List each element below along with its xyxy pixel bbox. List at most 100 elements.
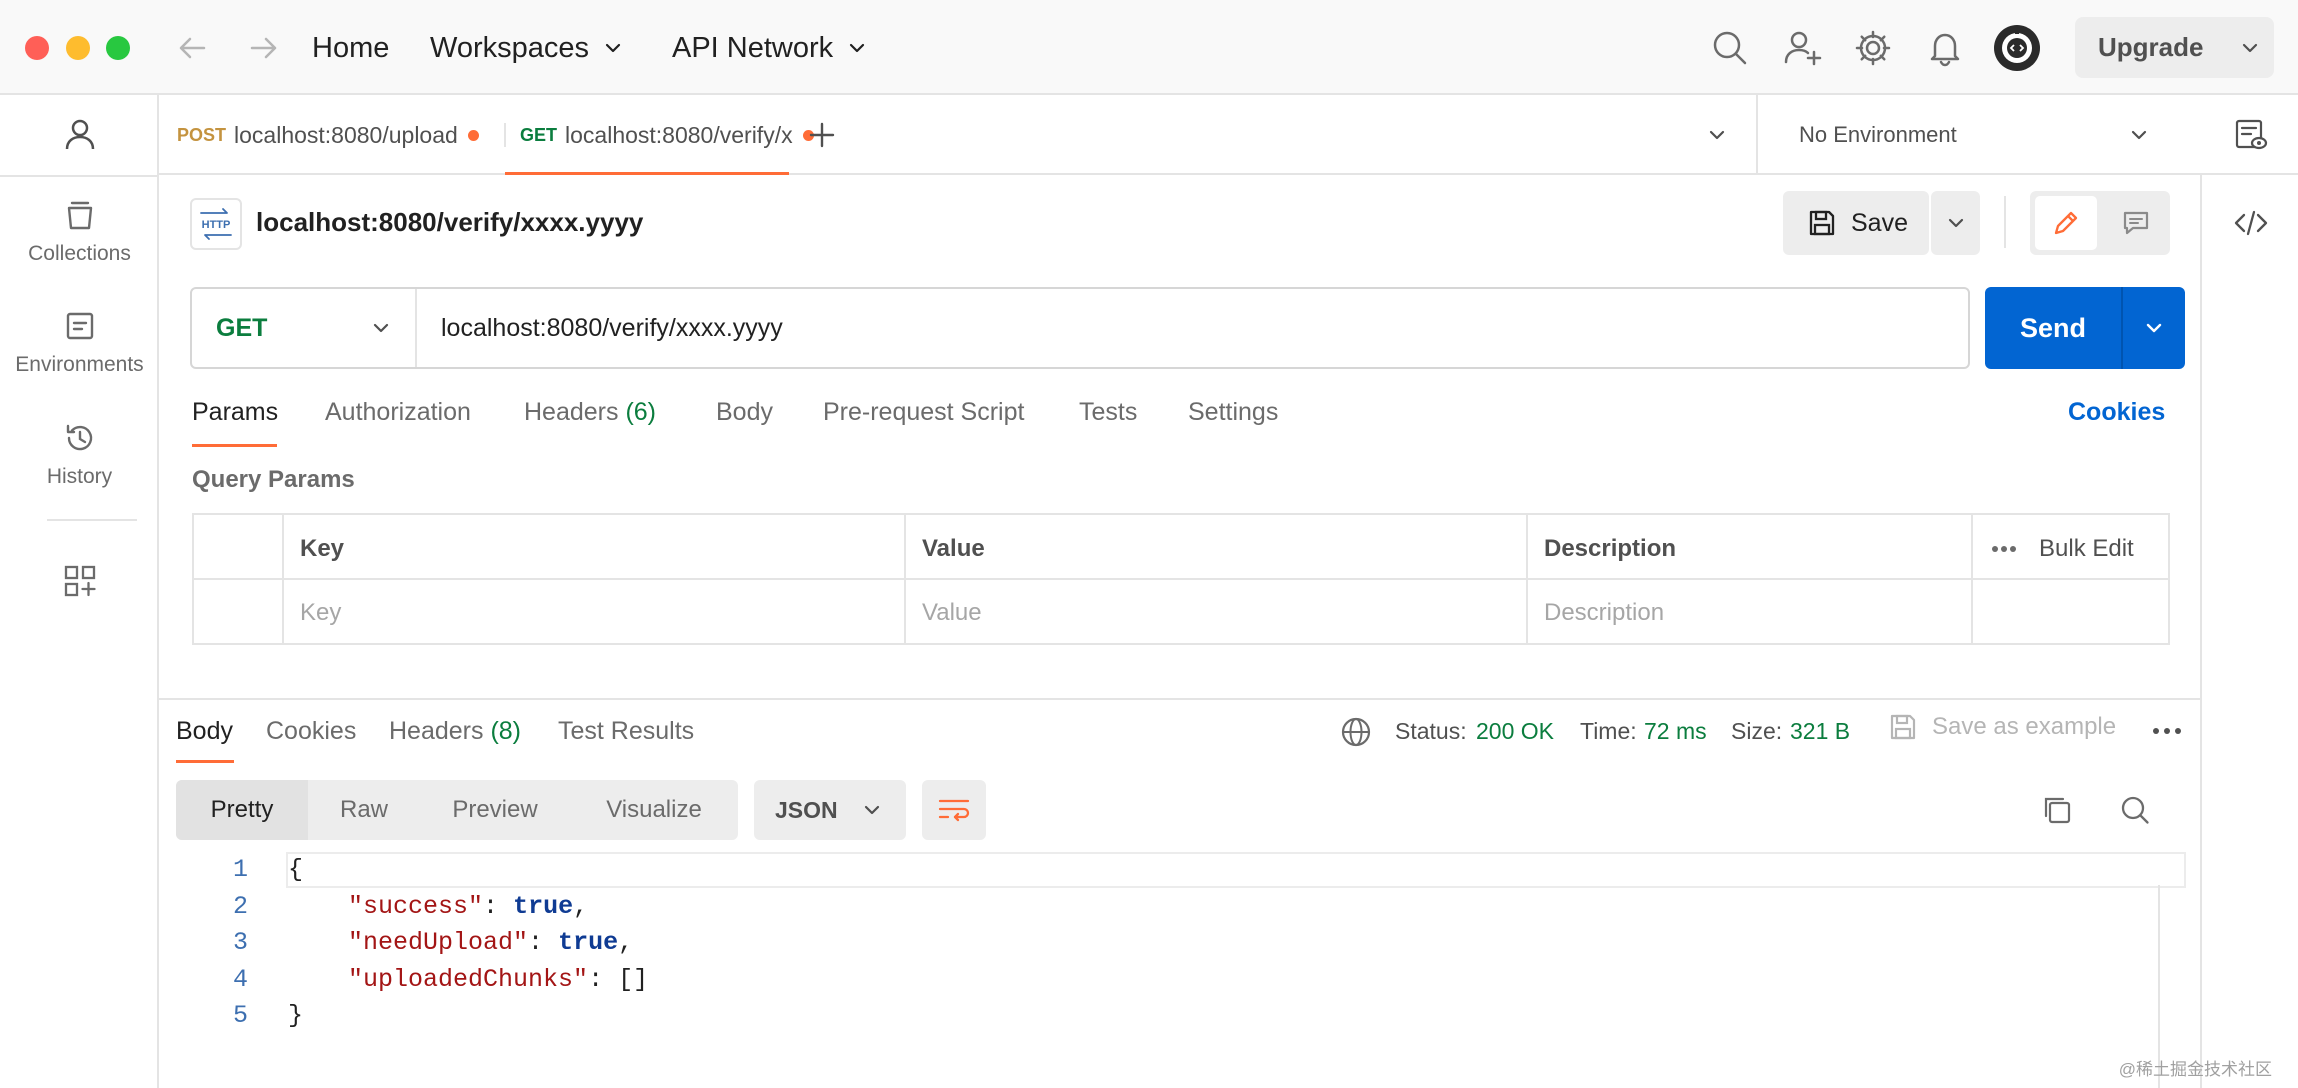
maximize-window-button[interactable]	[106, 36, 130, 60]
value-input[interactable]: Value	[922, 599, 982, 627]
view-preview[interactable]: Preview	[420, 780, 570, 840]
invite-user-icon[interactable]	[1781, 26, 1825, 70]
json-key: "uploadedChunks"	[348, 964, 589, 994]
avatar-icon[interactable]	[1993, 24, 2041, 72]
sidebar-item-environments[interactable]: Environments	[0, 309, 159, 377]
json-punctuation	[288, 965, 348, 994]
tab-get-verify[interactable]: GET localhost:8080/verify/x	[520, 95, 814, 175]
chevron-down-icon	[2243, 43, 2258, 52]
tab-settings[interactable]: Settings	[1188, 398, 1278, 427]
json-punctuation	[288, 928, 348, 957]
forward-arrow-icon[interactable]	[244, 28, 284, 68]
method-select[interactable]: GET	[192, 289, 417, 367]
environment-select[interactable]: No Environment	[1799, 95, 2149, 175]
api-network-menu[interactable]: API Network	[672, 28, 867, 68]
save-disk-icon	[1809, 210, 1835, 236]
chevron-down-icon	[2131, 130, 2147, 140]
chevron-down-icon	[1948, 218, 1963, 228]
bulk-edit-area: Bulk Edit	[1991, 535, 2134, 563]
settings-gear-icon[interactable]	[1851, 26, 1895, 70]
response-tab-body[interactable]: Body	[176, 717, 233, 746]
user-profile-icon[interactable]	[62, 116, 98, 152]
comments-button[interactable]	[2108, 196, 2164, 250]
json-key: "success"	[348, 891, 484, 921]
send-options-dropdown[interactable]	[2123, 287, 2185, 369]
code-content: {	[288, 852, 303, 888]
time-value[interactable]: 72 ms	[1644, 718, 1707, 745]
sidebar-item-label: History	[46, 465, 113, 488]
edit-mode-button[interactable]	[2035, 196, 2097, 250]
row-checkbox-column	[194, 515, 284, 643]
wrap-lines-button[interactable]	[922, 780, 986, 840]
more-options-icon[interactable]	[1991, 545, 2017, 553]
notifications-bell-icon[interactable]	[1923, 26, 1967, 70]
request-title[interactable]: localhost:8080/verify/xxxx.yyyy	[256, 207, 643, 238]
save-button[interactable]: Save	[1783, 191, 1929, 255]
code-content: "uploadedChunks": []	[288, 962, 648, 998]
response-headers-label: Headers	[389, 717, 484, 745]
json-punctuation: {	[288, 855, 304, 884]
description-input[interactable]: Description	[1544, 599, 1664, 627]
response-tab-test-results[interactable]: Test Results	[558, 717, 694, 746]
view-visualize[interactable]: Visualize	[570, 780, 738, 840]
tab-pre-request-script[interactable]: Pre-request Script	[823, 398, 1024, 427]
close-window-button[interactable]	[25, 36, 49, 60]
save-as-example-button[interactable]: Save as example	[1888, 712, 2116, 742]
response-more-options-icon[interactable]	[2152, 727, 2182, 735]
send-button[interactable]: Send	[1985, 287, 2185, 369]
search-icon[interactable]	[1708, 26, 1752, 70]
json-punctuation: ,	[573, 891, 589, 921]
tab-body[interactable]: Body	[716, 398, 773, 427]
environment-quick-look-icon[interactable]	[2233, 117, 2269, 153]
sidebar-item-collections[interactable]: Collections	[0, 198, 159, 266]
response-tab-headers[interactable]: Headers (8)	[389, 717, 521, 746]
upgrade-label: Upgrade	[2098, 32, 2204, 62]
environments-icon	[66, 312, 93, 340]
response-divider[interactable]	[159, 698, 2200, 700]
copy-icon[interactable]	[2040, 793, 2074, 827]
format-value: JSON	[775, 796, 838, 823]
workspaces-menu[interactable]: Workspaces	[430, 28, 623, 68]
status-value[interactable]: 200 OK	[1476, 718, 1554, 745]
add-workbench-icon[interactable]	[62, 563, 98, 599]
api-network-label: API Network	[672, 32, 834, 64]
http-request-icon: HTTP	[190, 198, 242, 250]
minimize-window-button[interactable]	[66, 36, 90, 60]
chevron-down-icon	[605, 43, 621, 53]
home-link[interactable]: Home	[312, 28, 389, 68]
tab-authorization[interactable]: Authorization	[325, 398, 471, 427]
request-tab-bar: POST localhost:8080/upload GET localhost…	[159, 95, 2298, 175]
response-body-code[interactable]: 1{2 "success": true, 3 "needUpload": true…	[176, 852, 2186, 1052]
search-response-icon[interactable]	[2118, 793, 2152, 827]
key-input[interactable]: Key	[300, 599, 341, 627]
response-view-selector: Pretty Raw Preview Visualize	[176, 780, 738, 840]
tab-headers[interactable]: Headers (6)	[524, 398, 656, 427]
bulk-edit-button[interactable]: Bulk Edit	[2039, 535, 2134, 563]
cookies-link[interactable]: Cookies	[2068, 398, 2165, 427]
back-arrow-icon[interactable]	[172, 28, 212, 68]
new-tab-plus-icon[interactable]	[808, 121, 836, 149]
upgrade-button[interactable]: Upgrade	[2075, 17, 2274, 78]
sidebar-item-history[interactable]: History	[0, 421, 159, 489]
chevron-down-icon	[850, 43, 865, 53]
active-tab-indicator	[505, 172, 789, 175]
size-value[interactable]: 321 B	[1790, 718, 1850, 745]
code-line: 2 "success": true,	[176, 889, 2186, 925]
json-boolean: true	[558, 928, 619, 957]
comment-icon	[2123, 211, 2149, 235]
tab-tests[interactable]: Tests	[1079, 398, 1137, 427]
view-pretty[interactable]: Pretty	[176, 780, 308, 840]
code-snippet-icon[interactable]	[2233, 205, 2269, 241]
line-number: 1	[232, 855, 248, 884]
key-column: Key Key	[284, 515, 906, 643]
response-format-select[interactable]: JSON	[754, 780, 906, 840]
wrap-lines-icon	[938, 799, 970, 822]
tab-params[interactable]: Params	[192, 398, 278, 427]
response-tab-cookies[interactable]: Cookies	[266, 717, 356, 746]
url-input[interactable]	[417, 313, 1968, 343]
tabs-overflow-chevron-icon[interactable]	[1707, 125, 1727, 145]
save-options-dropdown[interactable]	[1931, 191, 1980, 255]
globe-icon[interactable]	[1340, 716, 1372, 748]
tab-post-upload[interactable]: POST localhost:8080/upload	[177, 95, 479, 175]
view-raw[interactable]: Raw	[308, 780, 420, 840]
